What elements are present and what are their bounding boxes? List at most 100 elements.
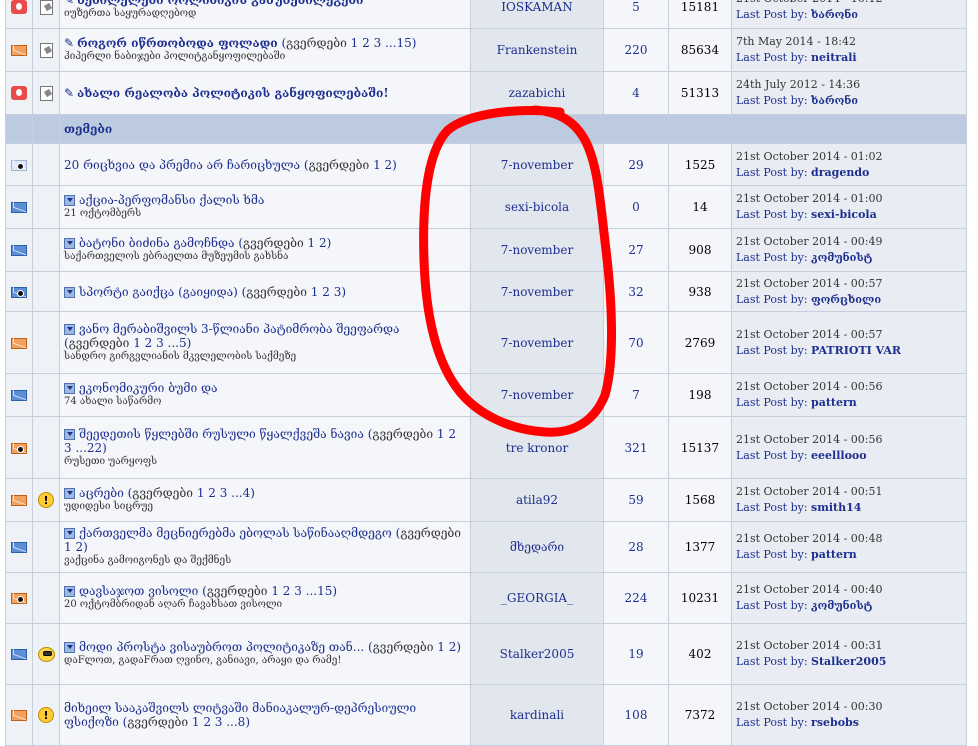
topic-title-link[interactable]: მოდი პროსტა ვისაუბროთ პოლიტიკაზე თან... <box>79 640 364 654</box>
last-post-user-link[interactable]: pattern <box>811 396 857 409</box>
topic-replies[interactable]: 0 <box>632 200 640 214</box>
last-post-date[interactable]: 21st October 2014 - 16:12 <box>736 0 962 7</box>
topic-title-link[interactable]: ნებილელები ოოლიბიკის განუნებილეგები <box>77 0 363 7</box>
topic-pages[interactable]: 1 2 3 ...4 <box>197 486 250 500</box>
topic-author-link[interactable]: tre kronor <box>506 441 568 455</box>
goto-new-post-icon[interactable] <box>64 383 75 394</box>
last-post-user-link[interactable]: PATRIOTI VAR <box>811 344 901 357</box>
last-post-user-link[interactable]: ხარონი <box>811 94 858 107</box>
topic-author-link[interactable]: zazabichi <box>509 86 566 100</box>
topic-replies[interactable]: 32 <box>628 285 643 299</box>
last-post-user-link[interactable]: rsebobs <box>811 716 859 729</box>
topic-pages[interactable]: 1 2 3 ...15 <box>271 584 332 598</box>
topic-title-link[interactable]: ვანო მერაბიშვილს 3-წლიანი პატიმრობა შეეფ… <box>79 322 400 336</box>
topic-replies[interactable]: 28 <box>628 540 643 554</box>
topic-pages[interactable]: 1 2 <box>373 158 392 172</box>
last-post-user-link[interactable]: eeelllooo <box>811 449 867 462</box>
exclamation-icon: ! <box>38 707 54 723</box>
last-post-user-link[interactable]: smith14 <box>811 501 861 514</box>
hot-topic-posted-envelope-icon <box>11 593 27 604</box>
topic-title-link[interactable]: აცრები <box>79 486 124 500</box>
last-post-user-link[interactable]: dragendo <box>811 166 869 179</box>
topic-title-link[interactable]: ქართველმა მეცნიერებმა ებოლას საწინააღმდე… <box>79 526 392 540</box>
last-post-date[interactable]: 21st October 2014 - 00:40 <box>736 582 962 598</box>
last-post-user-link[interactable]: ფორცხილი <box>811 293 881 306</box>
last-post-user-link[interactable]: ხარონი <box>811 8 858 21</box>
topic-author-link[interactable]: _GEORGIA_ <box>501 591 573 605</box>
goto-new-post-icon[interactable] <box>64 488 75 499</box>
last-post-date[interactable]: 21st October 2014 - 00:56 <box>736 432 962 448</box>
topic-title-link[interactable]: ბატონი ბიძინა გამოჩნდა <box>79 236 235 250</box>
topic-pages[interactable]: 1 2 3 ...5 <box>133 336 186 350</box>
last-post-date[interactable]: 7th May 2014 - 18:42 <box>736 34 962 50</box>
topic-replies[interactable]: 7 <box>632 388 640 402</box>
topic-author-link[interactable]: 7-november <box>501 336 573 350</box>
topic-replies[interactable]: 108 <box>625 708 648 722</box>
goto-new-post-icon[interactable] <box>64 195 75 206</box>
goto-new-post-icon[interactable] <box>64 428 75 440</box>
topic-pages[interactable]: 1 2 <box>308 236 327 250</box>
topic-title-link[interactable]: სპორტი გაიქცა (გაიყიდა) <box>79 285 238 299</box>
last-post-user-link[interactable]: კომუნისტ <box>811 251 872 264</box>
topic-title-link[interactable]: ეკონომიკური ბუმი და <box>79 381 217 395</box>
topic-author-link[interactable]: 7-november <box>501 388 573 402</box>
topic-author-link[interactable]: sexi-bicola <box>505 200 569 214</box>
last-post-label: Last Post by: <box>736 716 808 729</box>
topic-title-link[interactable]: შეედეთის წყლებში რუსული წყალქვეშა ნავია <box>79 427 364 441</box>
last-post-date[interactable]: 21st October 2014 - 00:57 <box>736 276 962 292</box>
last-post-user-link[interactable]: pattern <box>811 548 857 561</box>
topic-author-link[interactable]: IOSKAMAN <box>501 0 572 14</box>
last-post-date[interactable]: 21st October 2014 - 00:48 <box>736 531 962 547</box>
topic-replies[interactable]: 224 <box>625 591 648 605</box>
last-post-user-link[interactable]: sexi-bicola <box>811 208 877 221</box>
topic-author-link[interactable]: 7-november <box>501 285 573 299</box>
topic-title-link[interactable]: დავსაჯოთ ვისოლი <box>79 584 198 598</box>
topic-author-link[interactable]: Frankenstein <box>497 43 578 57</box>
topic-replies[interactable]: 5 <box>632 0 640 14</box>
last-post-date[interactable]: 21st October 2014 - 01:00 <box>736 191 962 207</box>
topic-replies[interactable]: 27 <box>628 243 643 257</box>
topic-title-link[interactable]: ახალი რეალობა პოლიტიკის განყოფილებაში! <box>77 86 389 100</box>
topic-title-link[interactable]: 20 რიცხვია და პრემია არ ჩარიცხულა <box>64 158 300 172</box>
goto-new-post-icon[interactable] <box>64 323 75 335</box>
goto-new-post-icon[interactable] <box>64 586 75 597</box>
topic-author-link[interactable]: atila92 <box>516 493 558 507</box>
topic-pages[interactable]: 1 2 <box>437 640 456 654</box>
table-row: ვანო მერაბიშვილს 3-წლიანი პატიმრობა შეეფ… <box>6 312 966 373</box>
topic-replies[interactable]: 29 <box>628 158 643 172</box>
topic-author-link[interactable]: Stalker2005 <box>500 647 575 661</box>
topic-replies[interactable]: 19 <box>628 647 643 661</box>
topic-pages[interactable]: 1 2 3 ...15 <box>351 36 412 50</box>
goto-new-post-icon[interactable] <box>64 238 75 249</box>
pin-icon: ✎ <box>64 36 75 50</box>
topic-author-link[interactable]: მხედარი <box>510 540 564 554</box>
topic-pages[interactable]: 1 2 3 <box>311 285 342 299</box>
topic-author-link[interactable]: kardinali <box>510 708 564 722</box>
topic-replies[interactable]: 70 <box>628 336 643 350</box>
last-post-date[interactable]: 21st October 2014 - 00:56 <box>736 379 962 395</box>
topic-title-link[interactable]: აქცია-პერფომანსი ქალის ხმა <box>79 193 264 207</box>
topic-author-link[interactable]: 7-november <box>501 158 573 172</box>
topic-title-link[interactable]: როგორ იწრთობოდა ფოლადი <box>77 36 278 50</box>
topic-pages[interactable]: 1 2 3 ...8 <box>192 715 245 729</box>
topic-pages[interactable]: 1 2 <box>64 540 83 554</box>
last-post-date[interactable]: 21st October 2014 - 00:31 <box>736 638 962 654</box>
last-post-date[interactable]: 24th July 2012 - 14:36 <box>736 77 962 93</box>
last-post-date[interactable]: 21st October 2014 - 00:57 <box>736 327 962 343</box>
last-post-user-link[interactable]: კომუნისტ <box>811 599 872 612</box>
last-post-date[interactable]: 21st October 2014 - 01:02 <box>736 149 962 165</box>
topic-replies[interactable]: 59 <box>628 493 643 507</box>
goto-new-post-icon[interactable] <box>64 642 75 653</box>
last-post-user-link[interactable]: neitrali <box>811 51 857 64</box>
last-post-label: Last Post by: <box>736 448 808 462</box>
topic-replies[interactable]: 321 <box>625 441 648 455</box>
goto-new-post-icon[interactable] <box>64 286 75 298</box>
last-post-date[interactable]: 21st October 2014 - 00:51 <box>736 484 962 500</box>
topic-replies[interactable]: 4 <box>632 86 640 100</box>
last-post-user-link[interactable]: Stalker2005 <box>811 655 886 668</box>
topic-replies[interactable]: 220 <box>625 43 648 57</box>
last-post-date[interactable]: 21st October 2014 - 00:30 <box>736 699 962 715</box>
last-post-date[interactable]: 21st October 2014 - 00:49 <box>736 234 962 250</box>
goto-new-post-icon[interactable] <box>64 528 75 539</box>
topic-author-link[interactable]: 7-november <box>501 243 573 257</box>
